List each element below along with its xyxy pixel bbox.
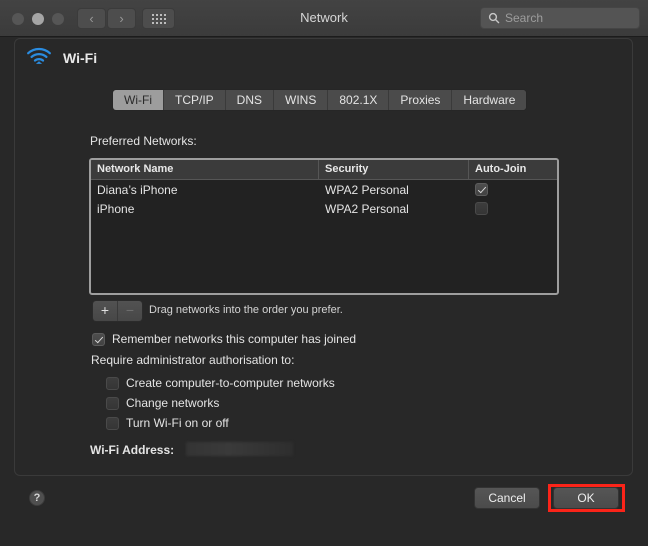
- grid-icon: [151, 13, 166, 24]
- wifi-address-value: [186, 442, 293, 456]
- tab-dns[interactable]: DNS: [225, 90, 274, 110]
- auto-join-checkbox[interactable]: [475, 183, 488, 196]
- cancel-button[interactable]: Cancel: [474, 487, 540, 509]
- close-button[interactable]: [12, 13, 24, 25]
- wifi-address-label: Wi-Fi Address:: [90, 443, 175, 457]
- turn-wifi-checkbox[interactable]: [106, 416, 119, 430]
- column-header-auto-join[interactable]: Auto-Join: [469, 160, 557, 179]
- cell-auto-join: [469, 183, 557, 196]
- chevron-left-icon: ‹: [89, 11, 94, 26]
- back-button[interactable]: ‹: [77, 8, 106, 29]
- forward-button[interactable]: ›: [107, 8, 136, 29]
- cell-network-name: iPhone: [97, 201, 135, 216]
- show-all-preferences-button[interactable]: [142, 8, 175, 29]
- remove-network-button[interactable]: −: [118, 301, 142, 321]
- service-name: Wi-Fi: [63, 50, 98, 66]
- tab-wifi[interactable]: Wi-Fi: [113, 90, 164, 110]
- auto-join-checkbox[interactable]: [475, 202, 488, 215]
- tab-bar: Wi-Fi TCP/IP DNS WINS 802.1X Proxies Har…: [112, 89, 528, 111]
- table-row[interactable]: iPhone WPA2 Personal: [91, 199, 557, 218]
- cell-security: WPA2 Personal: [325, 182, 409, 197]
- service-header: Wi-Fi: [0, 37, 648, 77]
- create-networks-checkbox[interactable]: [106, 376, 119, 390]
- add-remove-network-group: + −: [92, 300, 143, 322]
- drag-hint-text: Drag networks into the order you prefer.: [149, 304, 343, 316]
- column-header-security[interactable]: Security: [319, 160, 469, 179]
- add-network-button[interactable]: +: [93, 301, 118, 321]
- change-networks-checkbox[interactable]: [106, 396, 119, 410]
- column-header-network-name[interactable]: Network Name: [91, 160, 319, 179]
- search-icon: [488, 12, 500, 24]
- search-placeholder: Search: [505, 11, 544, 25]
- tab-proxies[interactable]: Proxies: [389, 90, 453, 110]
- create-networks-row[interactable]: Create computer-to-computer networks: [106, 376, 335, 390]
- window-titlebar: ‹ › Network Search: [0, 0, 648, 37]
- change-networks-row[interactable]: Change networks: [106, 396, 219, 410]
- tab-tcpip[interactable]: TCP/IP: [163, 90, 226, 110]
- cell-network-name: Diana’s iPhone: [97, 182, 178, 197]
- cell-auto-join: [469, 202, 557, 215]
- table-row[interactable]: Diana’s iPhone WPA2 Personal: [91, 180, 557, 199]
- tab-wins[interactable]: WINS: [274, 90, 329, 110]
- change-networks-label: Change networks: [126, 396, 220, 410]
- remember-networks-label: Remember networks this computer has join…: [112, 332, 357, 346]
- minimize-button[interactable]: [32, 13, 44, 25]
- preferred-networks-label: Preferred Networks:: [90, 134, 197, 148]
- ok-button[interactable]: OK: [553, 487, 619, 509]
- chevron-right-icon: ›: [119, 11, 124, 26]
- table-header-row: Network Name Security Auto-Join: [91, 160, 557, 180]
- wifi-icon: [26, 46, 52, 66]
- network-preferences-window: ‹ › Network Search Wi-Fi Wi-Fi TCP/IP DN…: [0, 0, 648, 546]
- tab-8021x[interactable]: 802.1X: [328, 90, 390, 110]
- maximize-button[interactable]: [52, 13, 64, 25]
- remember-networks-checkbox[interactable]: [92, 332, 105, 346]
- create-networks-label: Create computer-to-computer networks: [126, 376, 335, 390]
- require-admin-label: Require administrator authorisation to:: [91, 353, 295, 367]
- cell-security: WPA2 Personal: [325, 201, 409, 216]
- search-field[interactable]: Search: [480, 7, 640, 29]
- remember-networks-row[interactable]: Remember networks this computer has join…: [92, 332, 356, 346]
- turn-wifi-label: Turn Wi-Fi on or off: [126, 416, 229, 430]
- help-button[interactable]: ?: [29, 490, 45, 506]
- turn-wifi-row[interactable]: Turn Wi-Fi on or off: [106, 416, 229, 430]
- tab-hardware[interactable]: Hardware: [452, 90, 527, 110]
- preferred-networks-table[interactable]: Network Name Security Auto-Join Diana’s …: [89, 158, 559, 295]
